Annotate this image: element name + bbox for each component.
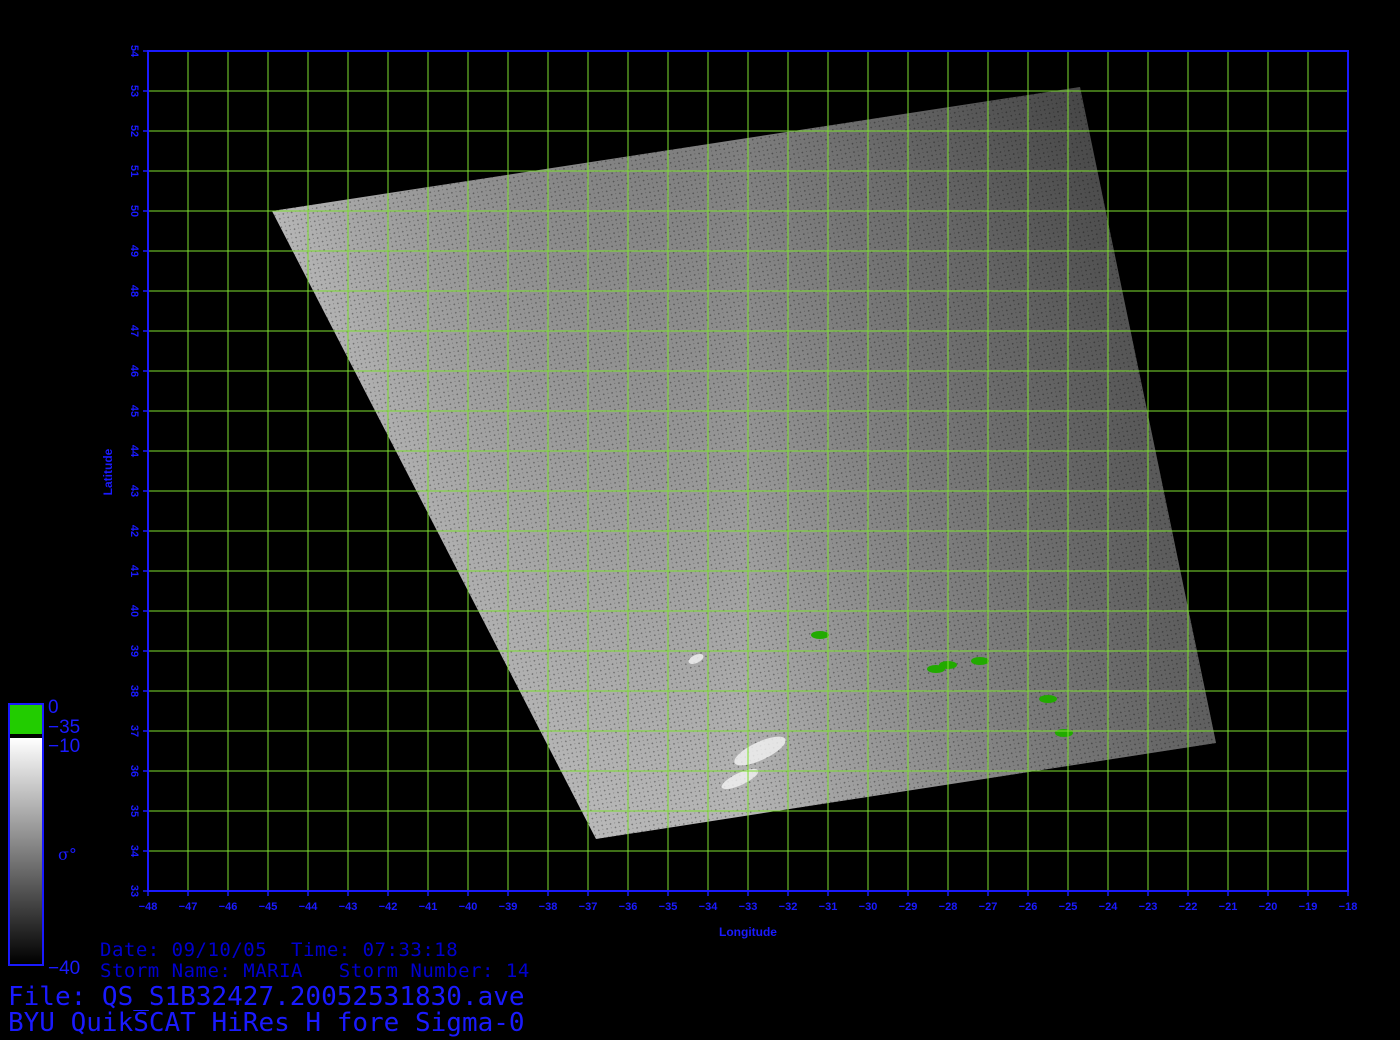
y-tick-label: 33	[128, 885, 140, 897]
island-pico	[927, 665, 945, 673]
x-tick-label: −42	[379, 901, 398, 913]
x-tick-label: −47	[179, 901, 198, 913]
x-tick-label: −21	[1219, 901, 1238, 913]
y-tick-labels: 33 34 35 36 37 38 39 40 41 42 43 44 45 46 47 48 49 50 51 52…	[128, 45, 148, 897]
x-tick-label: −39	[499, 901, 518, 913]
date-time-line: Date: 09/10/05 Time: 07:33:18	[100, 939, 459, 961]
x-tick-label: −31	[819, 901, 838, 913]
x-tick-label: −40	[459, 901, 478, 913]
x-tick-label: −41	[419, 901, 438, 913]
colorbar-green-band	[10, 705, 42, 734]
island-flores	[811, 631, 829, 639]
y-tick-label: 44	[128, 445, 140, 458]
y-tick-label: 40	[128, 605, 140, 617]
x-tick-label: −34	[699, 901, 719, 913]
y-tick-label: 48	[128, 285, 140, 297]
colorbar-label-bottom: −40	[48, 958, 80, 979]
x-tick-label: −48	[139, 901, 158, 913]
y-tick-label: 46	[128, 365, 140, 377]
y-tick-label: 53	[128, 85, 140, 97]
x-tick-label: −29	[899, 901, 918, 913]
x-tick-label: −37	[579, 901, 598, 913]
x-tick-label: −18	[1339, 901, 1358, 913]
file-line: File: QS_S1B32427.20052531830.ave	[8, 982, 525, 1012]
y-axis-title: Latitude	[101, 448, 115, 495]
y-tick-label: 35	[128, 805, 140, 817]
x-tick-label: −43	[339, 901, 358, 913]
y-tick-label: 51	[128, 165, 140, 177]
colorbar-label-gray-top: −10	[48, 736, 80, 757]
colorbar: 0 −35 −10 −40 σ°	[8, 697, 80, 979]
x-tick-label: −44	[299, 901, 319, 913]
y-tick-label: 37	[128, 725, 140, 737]
island-terceira	[971, 657, 989, 665]
y-tick-label: 42	[128, 525, 140, 537]
x-tick-label: −35	[659, 901, 678, 913]
x-tick-label: −30	[859, 901, 878, 913]
x-axis-title: Longitude	[719, 925, 777, 939]
x-tick-label: −36	[619, 901, 638, 913]
y-tick-label: 43	[128, 485, 140, 497]
y-tick-label: 36	[128, 765, 140, 777]
y-tick-label: 34	[128, 845, 140, 858]
y-tick-label: 38	[128, 685, 140, 697]
colorbar-label-top: 0	[48, 697, 59, 718]
x-tick-label: −25	[1059, 901, 1078, 913]
product-line: BYU QuikSCAT HiRes H fore Sigma-0	[8, 1008, 525, 1038]
y-tick-label: 41	[128, 565, 140, 577]
grid-layer	[147, 50, 1349, 892]
swath-layer	[272, 87, 1216, 839]
x-tick-label: −33	[739, 901, 758, 913]
y-tick-label: 49	[128, 245, 140, 257]
x-tick-label: −26	[1019, 901, 1038, 913]
y-tick-label: 47	[128, 325, 140, 337]
y-tick-label: 50	[128, 205, 140, 217]
x-tick-label: −45	[259, 901, 278, 913]
y-tick-label: 45	[128, 405, 140, 417]
island-sao-miguel	[1039, 695, 1057, 703]
x-tick-label: −28	[939, 901, 958, 913]
x-tick-label: −24	[1099, 901, 1119, 913]
x-tick-label: −19	[1299, 901, 1318, 913]
y-tick-label: 39	[128, 645, 140, 657]
colorbar-quantity-label: σ°	[58, 845, 77, 864]
x-tick-label: −38	[539, 901, 558, 913]
storm-line: Storm Name: MARIA Storm Number: 14	[100, 960, 530, 982]
x-tick-labels: −48 −47 −46 −45 −44 −43 −42 −41 −40 −39 −38 −37 −36 −…	[139, 891, 1358, 913]
x-tick-label: −32	[779, 901, 798, 913]
x-tick-label: −46	[219, 901, 238, 913]
x-tick-label: −22	[1179, 901, 1198, 913]
swath-texture	[272, 87, 1216, 839]
map-plot: −48 −47 −46 −45 −44 −43 −42 −41 −40 −39 −38 −37 −36 −…	[8, 45, 1358, 979]
island-santa-maria	[1055, 729, 1073, 737]
y-tick-label: 54	[128, 45, 140, 58]
x-tick-label: −20	[1259, 901, 1278, 913]
colorbar-gray-band	[10, 738, 42, 964]
x-tick-label: −27	[979, 901, 998, 913]
y-tick-label: 52	[128, 125, 140, 137]
colorbar-label-green-bottom: −35	[48, 717, 80, 738]
x-tick-label: −23	[1139, 901, 1158, 913]
